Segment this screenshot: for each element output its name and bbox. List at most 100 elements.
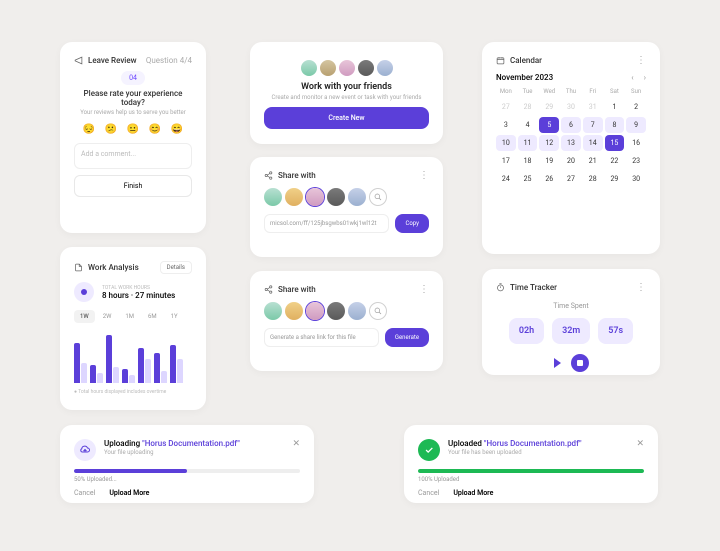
upload-more-button[interactable]: Upload More — [109, 489, 149, 497]
progress-text: 50% Uploaded... — [74, 476, 300, 483]
cancel-button[interactable]: Cancel — [418, 489, 439, 497]
day-cell[interactable]: 28 — [518, 99, 538, 115]
uploaded-card: Uploaded "Horus Documentation.pdf" Your … — [404, 425, 658, 503]
calendar-title: Calendar — [510, 56, 542, 65]
copy-button[interactable]: Copy — [395, 214, 429, 233]
avatar[interactable] — [264, 188, 282, 206]
day-cell[interactable]: 31 — [583, 99, 603, 115]
close-button[interactable]: ✕ — [292, 439, 300, 461]
uploading-card: Uploading "Horus Documentation.pdf" Your… — [60, 425, 314, 503]
emoji-1[interactable]: 😔 — [83, 124, 95, 135]
share-card-1: Share with ⋮ micsol.com/ff/125jbsgwbs01w… — [250, 157, 443, 257]
day-cell[interactable]: 15 — [605, 135, 625, 151]
close-button[interactable]: ✕ — [636, 439, 644, 461]
avatar[interactable] — [285, 302, 303, 320]
emoji-3[interactable]: 😐 — [127, 124, 139, 135]
range-tab[interactable]: 6M — [142, 310, 163, 323]
play-button[interactable] — [554, 358, 561, 368]
emoji-2[interactable]: 😕 — [105, 124, 117, 135]
range-tab[interactable]: 1Y — [165, 310, 184, 323]
more-icon[interactable]: ⋮ — [636, 57, 646, 65]
day-cell[interactable]: 18 — [518, 153, 538, 169]
finish-button[interactable]: Finish — [74, 175, 192, 197]
minutes-box: 32m — [552, 318, 590, 344]
upload-title: Uploading "Horus Documentation.pdf" — [104, 439, 284, 448]
avatar[interactable] — [264, 302, 282, 320]
avatar[interactable] — [306, 188, 324, 206]
details-button[interactable]: Details — [160, 261, 192, 274]
cancel-button[interactable]: Cancel — [74, 489, 95, 497]
prev-month-button[interactable]: ‹ — [631, 73, 633, 82]
next-month-button[interactable]: › — [644, 73, 646, 82]
day-cell[interactable]: 29 — [605, 171, 625, 187]
bar-primary — [170, 345, 176, 383]
day-cell[interactable]: 27 — [496, 99, 516, 115]
bar-pair — [74, 343, 87, 383]
day-cell[interactable]: 17 — [496, 153, 516, 169]
day-cell[interactable]: 26 — [539, 171, 559, 187]
dow-label: Sun — [626, 88, 646, 95]
day-cell[interactable]: 30 — [561, 99, 581, 115]
avatar[interactable] — [285, 188, 303, 206]
document-icon — [74, 263, 83, 272]
day-cell[interactable]: 3 — [496, 117, 516, 133]
avatar[interactable] — [327, 188, 345, 206]
avatar[interactable] — [348, 302, 366, 320]
day-cell[interactable]: 19 — [539, 153, 559, 169]
more-icon[interactable]: ⋮ — [419, 286, 429, 294]
day-cell[interactable]: 14 — [583, 135, 603, 151]
share-card-2: Share with ⋮ Generate a share link for t… — [250, 271, 443, 371]
generate-button[interactable]: Generate — [385, 328, 429, 347]
day-cell[interactable]: 20 — [561, 153, 581, 169]
range-tab[interactable]: 1M — [119, 310, 140, 323]
more-icon[interactable]: ⋮ — [636, 284, 646, 292]
avatar[interactable] — [327, 302, 345, 320]
day-cell[interactable]: 9 — [626, 117, 646, 133]
day-cell[interactable]: 11 — [518, 135, 538, 151]
day-cell[interactable]: 7 — [583, 117, 603, 133]
bar-primary — [138, 348, 144, 383]
upload-sub: Your file has been uploaded — [448, 449, 628, 456]
comment-input[interactable]: Add a comment... — [74, 143, 192, 169]
day-cell[interactable]: 29 — [539, 99, 559, 115]
emoji-5[interactable]: 😄 — [171, 124, 183, 135]
day-cell[interactable]: 12 — [539, 135, 559, 151]
share-icon — [264, 171, 273, 180]
search-avatar-button[interactable] — [369, 188, 387, 206]
more-icon[interactable]: ⋮ — [419, 172, 429, 180]
create-new-button[interactable]: Create New — [264, 107, 429, 129]
upload-more-button[interactable]: Upload More — [453, 489, 493, 497]
day-cell[interactable]: 27 — [561, 171, 581, 187]
emoji-4[interactable]: 😊 — [149, 124, 161, 135]
day-cell[interactable]: 16 — [626, 135, 646, 151]
progress-bar — [74, 469, 300, 473]
range-tab[interactable]: 2W — [97, 310, 118, 323]
day-cell[interactable]: 5 — [539, 117, 559, 133]
day-cell[interactable]: 25 — [518, 171, 538, 187]
search-avatar-button[interactable] — [369, 302, 387, 320]
review-title: Leave Review — [88, 56, 137, 65]
bar-primary — [122, 369, 128, 383]
avatar[interactable] — [306, 302, 324, 320]
avatar[interactable] — [348, 188, 366, 206]
day-cell[interactable]: 4 — [518, 117, 538, 133]
day-cell[interactable]: 2 — [626, 99, 646, 115]
day-cell[interactable]: 1 — [605, 99, 625, 115]
bar-pair — [138, 348, 151, 383]
day-cell[interactable]: 30 — [626, 171, 646, 187]
day-cell[interactable]: 22 — [605, 153, 625, 169]
day-cell[interactable]: 28 — [583, 171, 603, 187]
day-cell[interactable]: 6 — [561, 117, 581, 133]
day-cell[interactable]: 13 — [561, 135, 581, 151]
day-cell[interactable]: 23 — [626, 153, 646, 169]
avatar — [339, 60, 355, 76]
range-tab[interactable]: 1W — [74, 310, 95, 323]
day-cell[interactable]: 24 — [496, 171, 516, 187]
question-sub: Your reviews help us to serve you better — [74, 109, 192, 116]
day-cell[interactable]: 10 — [496, 135, 516, 151]
share-link-input[interactable]: micsol.com/ff/125jbsgwbs01wkj1wl12t — [264, 214, 389, 233]
stop-button[interactable] — [571, 354, 589, 372]
timer-icon — [496, 283, 505, 292]
day-cell[interactable]: 8 — [605, 117, 625, 133]
day-cell[interactable]: 21 — [583, 153, 603, 169]
